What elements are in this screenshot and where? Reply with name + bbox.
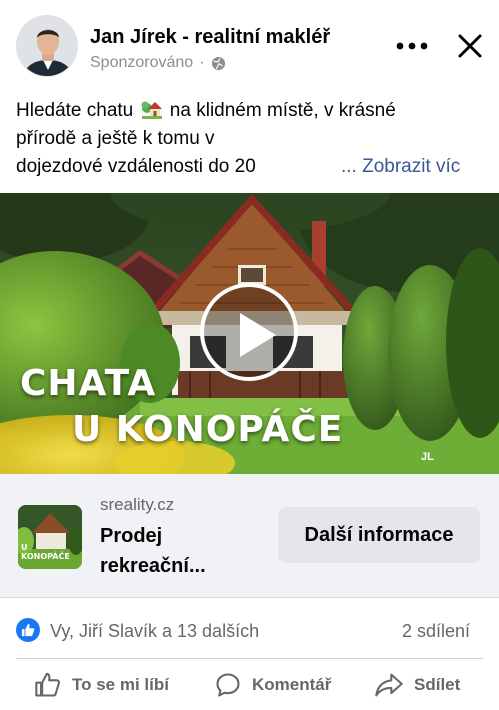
post-text-line-1: Hledáte chatu na klidném místě, v krásné bbox=[16, 97, 486, 125]
like-label: To se mi líbí bbox=[72, 675, 169, 694]
link-title-line-1: Prodej bbox=[100, 525, 163, 547]
more-options-button[interactable] bbox=[392, 30, 432, 62]
link-title[interactable]: Prodej rekreační... bbox=[100, 521, 260, 581]
learn-more-button[interactable]: Další informace bbox=[278, 507, 480, 563]
close-button[interactable] bbox=[452, 28, 488, 64]
video-overlay-title-line-1: CHATA bbox=[20, 363, 157, 404]
actions-divider bbox=[16, 658, 483, 659]
meta-separator: · bbox=[199, 54, 205, 71]
post-header: Jan Jírek - realitní makléř Sponzorováno… bbox=[0, 0, 499, 88]
thumb-text-line-1: U bbox=[21, 543, 28, 552]
see-more-link[interactable]: ... Zobrazit víc bbox=[341, 153, 460, 181]
play-button[interactable] bbox=[200, 283, 298, 381]
post-text-segment: Hledáte chatu bbox=[16, 100, 134, 121]
video-watermark: JL bbox=[421, 451, 434, 463]
author-name[interactable]: Jan Jírek - realitní makléř bbox=[90, 26, 330, 49]
house-with-garden-emoji bbox=[141, 99, 163, 119]
share-icon bbox=[375, 673, 403, 697]
comment-icon bbox=[216, 673, 240, 697]
like-button[interactable]: To se mi líbí bbox=[34, 667, 169, 703]
author-avatar[interactable] bbox=[16, 15, 78, 77]
post-meta: Sponzorováno · bbox=[90, 54, 226, 72]
share-button[interactable]: Sdílet bbox=[374, 667, 460, 703]
thumbs-up-icon bbox=[35, 672, 61, 697]
sponsored-label[interactable]: Sponzorováno bbox=[90, 54, 193, 72]
post-text-line-2: přírodě a ještě k tomu v bbox=[16, 128, 215, 149]
like-reaction-icon[interactable] bbox=[16, 618, 40, 642]
link-thumbnail[interactable]: U KONOPÁČE bbox=[18, 505, 82, 569]
close-icon bbox=[458, 34, 482, 58]
more-options-icon bbox=[396, 42, 428, 50]
link-domain: sreality.cz bbox=[100, 495, 175, 514]
shares-count[interactable]: 2 sdílení bbox=[402, 621, 470, 642]
share-label: Sdílet bbox=[414, 675, 461, 694]
link-title-line-2: rekreační... bbox=[100, 555, 206, 577]
reactions-summary[interactable]: Vy, Jiří Slavík a 13 dalších bbox=[50, 621, 259, 642]
comment-label: Komentář bbox=[252, 675, 332, 694]
play-icon bbox=[240, 313, 276, 357]
globe-icon bbox=[211, 56, 226, 71]
thumb-text-line-2: KONOPÁČE bbox=[21, 552, 70, 561]
video-overlay-title-line-2: U KONOPÁČE bbox=[72, 409, 344, 450]
comment-button[interactable]: Komentář bbox=[214, 667, 331, 703]
post-text-segment: na klidném místě, v krásné bbox=[164, 100, 396, 121]
